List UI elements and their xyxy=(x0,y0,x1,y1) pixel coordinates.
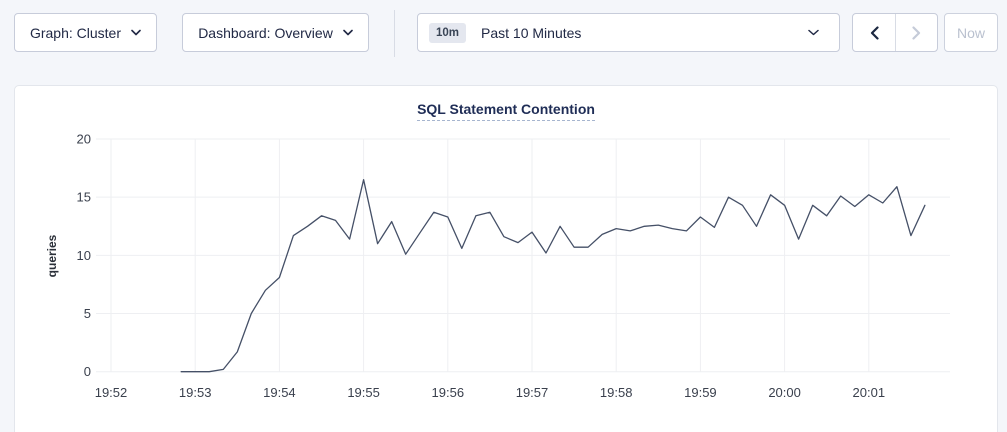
page: { "toolbar": { "graph_label": "Graph: Cl… xyxy=(0,0,1007,432)
time-range-badge: 10m xyxy=(429,23,466,43)
svg-text:20: 20 xyxy=(77,132,91,147)
chevron-down-icon xyxy=(808,29,819,36)
time-backward-button[interactable] xyxy=(853,14,895,51)
svg-text:19:58: 19:58 xyxy=(600,385,633,400)
line-chart: 0 5 10 15 20 19:52 19:53 19:54 19:55 19:56 19:57 19… xyxy=(15,86,999,426)
chevron-down-icon xyxy=(131,29,141,36)
chevron-right-icon xyxy=(912,26,921,40)
svg-text:0: 0 xyxy=(84,364,91,379)
svg-text:queries: queries xyxy=(45,234,59,277)
svg-text:19:54: 19:54 xyxy=(263,385,296,400)
time-range-label: Past 10 Minutes xyxy=(481,25,581,41)
svg-text:19:52: 19:52 xyxy=(95,385,128,400)
graph-dropdown[interactable]: Graph: Cluster xyxy=(14,13,157,52)
svg-text:10: 10 xyxy=(77,248,91,263)
svg-text:20:01: 20:01 xyxy=(853,385,886,400)
svg-text:19:57: 19:57 xyxy=(516,385,549,400)
svg-text:20:00: 20:00 xyxy=(768,385,801,400)
toolbar-divider xyxy=(394,10,395,57)
toolbar: Graph: Cluster Dashboard: Overview 10m P… xyxy=(0,0,1007,70)
svg-text:15: 15 xyxy=(77,190,91,205)
chevron-down-icon xyxy=(343,29,353,36)
chart-panel: SQL Statement Contention 0510152019:5219… xyxy=(14,85,998,432)
graph-dropdown-label: Graph: Cluster xyxy=(30,25,121,41)
time-shift-button-group xyxy=(852,13,938,52)
time-range-dropdown[interactable]: 10m Past 10 Minutes xyxy=(417,13,840,52)
svg-text:19:53: 19:53 xyxy=(179,385,212,400)
now-button[interactable]: Now xyxy=(944,13,998,52)
dashboard-dropdown-label: Dashboard: Overview xyxy=(198,25,333,41)
svg-text:19:59: 19:59 xyxy=(684,385,717,400)
dashboard-dropdown[interactable]: Dashboard: Overview xyxy=(182,13,369,52)
svg-text:19:55: 19:55 xyxy=(347,385,380,400)
chevron-left-icon xyxy=(870,26,879,40)
svg-text:5: 5 xyxy=(84,306,91,321)
svg-text:19:56: 19:56 xyxy=(432,385,465,400)
time-forward-button[interactable] xyxy=(895,14,937,51)
